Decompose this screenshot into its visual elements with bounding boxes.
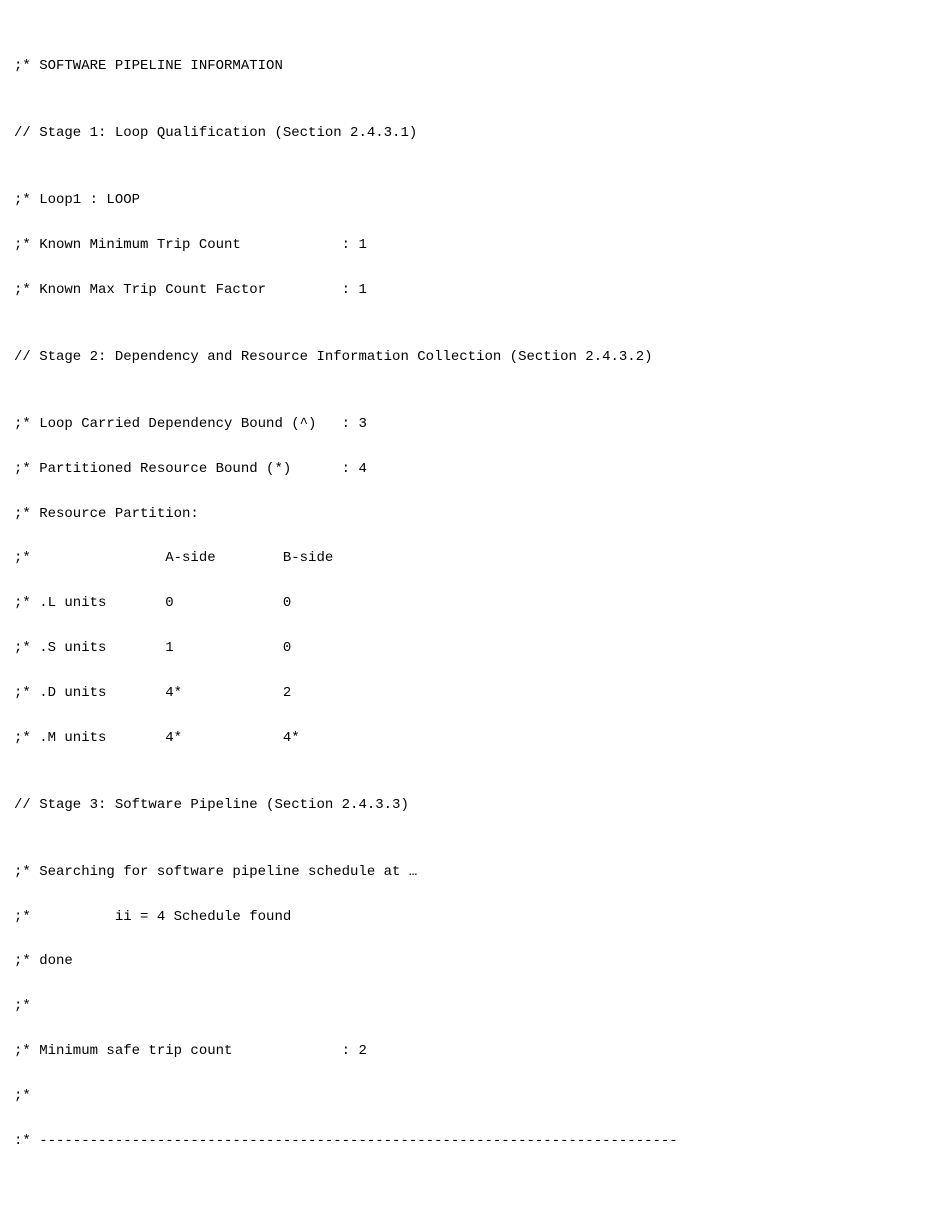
line-l-units: ;* .L units 0 0 [14, 592, 928, 614]
line-title: ;* SOFTWARE PIPELINE INFORMATION [14, 55, 928, 77]
line-max-trip-factor: ;* Known Max Trip Count Factor : 1 [14, 279, 928, 301]
line-m-units: ;* .M units 4* 4* [14, 727, 928, 749]
line-resource-header: ;* A-side B-side [14, 547, 928, 569]
line-stage1-heading: // Stage 1: Loop Qualification (Section … [14, 122, 928, 144]
line-blank-comment: ;* [14, 995, 928, 1017]
line-done: ;* done [14, 950, 928, 972]
line-loop-label: ;* Loop1 : LOOP [14, 189, 928, 211]
line-blank-comment: ;* [14, 1085, 928, 1107]
line-carried-dep-bound: ;* Loop Carried Dependency Bound (^) : 3 [14, 413, 928, 435]
line-min-safe-trip: ;* Minimum safe trip count : 2 [14, 1040, 928, 1062]
line-schedule-found: ;* ii = 4 Schedule found [14, 906, 928, 928]
line-stage3-heading: // Stage 3: Software Pipeline (Section 2… [14, 794, 928, 816]
line-d-units: ;* .D units 4* 2 [14, 682, 928, 704]
line-resource-partition-label: ;* Resource Partition: [14, 503, 928, 525]
line-partitioned-res-bound: ;* Partitioned Resource Bound (*) : 4 [14, 458, 928, 480]
line-s-units: ;* .S units 1 0 [14, 637, 928, 659]
line-divider: :* -------------------------------------… [14, 1130, 928, 1152]
line-min-trip-count: ;* Known Minimum Trip Count : 1 [14, 234, 928, 256]
line-stage2-heading: // Stage 2: Dependency and Resource Info… [14, 346, 928, 368]
line-searching: ;* Searching for software pipeline sched… [14, 861, 928, 883]
